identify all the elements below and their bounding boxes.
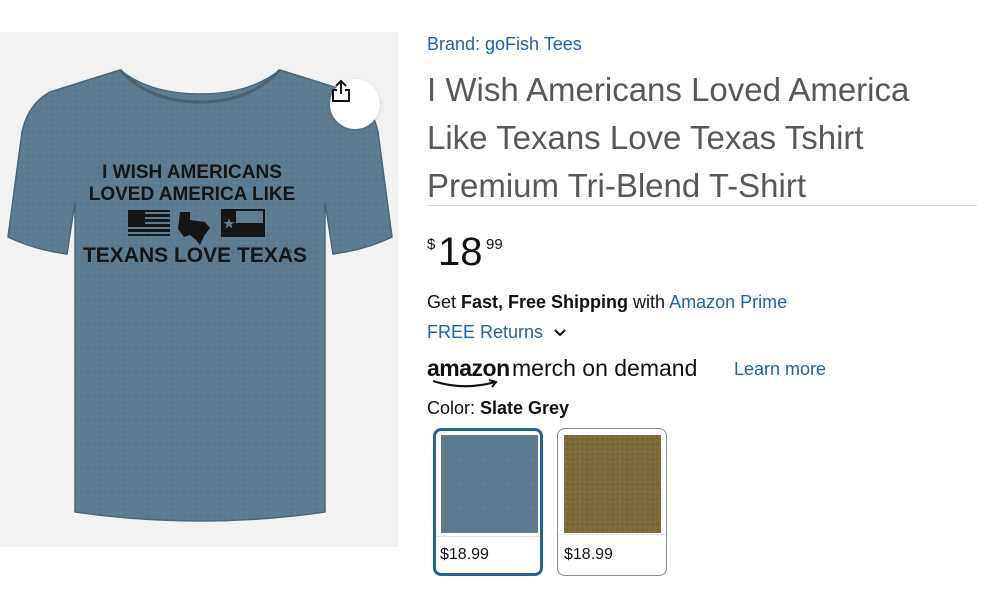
shirt-text-line3: TEXANS LOVE TEXAS [83,244,307,267]
free-returns-link[interactable]: FREE Returns [427,322,567,343]
price-fraction: 99 [486,236,503,253]
learn-more-link[interactable]: Learn more [734,359,826,380]
color-label: Color: Slate Grey [427,398,569,419]
product-image-panel[interactable]: I WISH AMERICANS LOVED AMERICA LIKE TEXA… [0,32,398,547]
swatch-divider [436,536,540,537]
price-whole: 18 [438,230,483,274]
color-swatch-olive[interactable]: $18.99 [557,428,667,576]
amazon-smile-icon [432,379,498,388]
color-selected-value: Slate Grey [480,398,570,418]
share-icon [332,79,350,102]
shirt-text-line1: I WISH AMERICANS [102,162,282,183]
color-label-prefix: Color: [427,398,481,418]
shipping-bold: Fast, Free Shipping [461,292,629,312]
color-swatch-slate-grey[interactable]: $18.99 [433,428,543,576]
merch-text: merch on demand [512,355,698,381]
divider [427,205,977,206]
swatch-price: $18.99 [440,546,489,563]
price-symbol: $ [427,236,436,253]
swatch-divider [558,534,666,535]
us-flag-icon [128,210,170,236]
tshirt-shape [7,69,393,522]
product-title: I Wish Americans Loved America Like Texa… [427,71,910,204]
trademark-symbol: ® [287,249,292,256]
swatch-image [564,435,661,533]
amazon-prime-link[interactable]: Amazon Prime [669,292,787,312]
swatch-price: $18.99 [564,546,613,563]
shipping-info: Get Fast, Free Shipping with Amazon Prim… [427,292,787,313]
swatch-image [441,435,538,533]
amazon-logo: amazon [427,355,510,381]
shipping-prefix: Get [427,292,462,312]
shirt-text-line2: LOVED AMERICA LIKE [89,184,296,205]
chevron-down-icon [554,328,566,336]
shipping-middle: with [628,292,670,312]
brand-link[interactable]: Brand: goFish Tees [427,34,582,55]
free-returns-label: FREE Returns [427,322,544,342]
share-button[interactable] [330,79,380,129]
texas-flag-icon [221,209,265,237]
